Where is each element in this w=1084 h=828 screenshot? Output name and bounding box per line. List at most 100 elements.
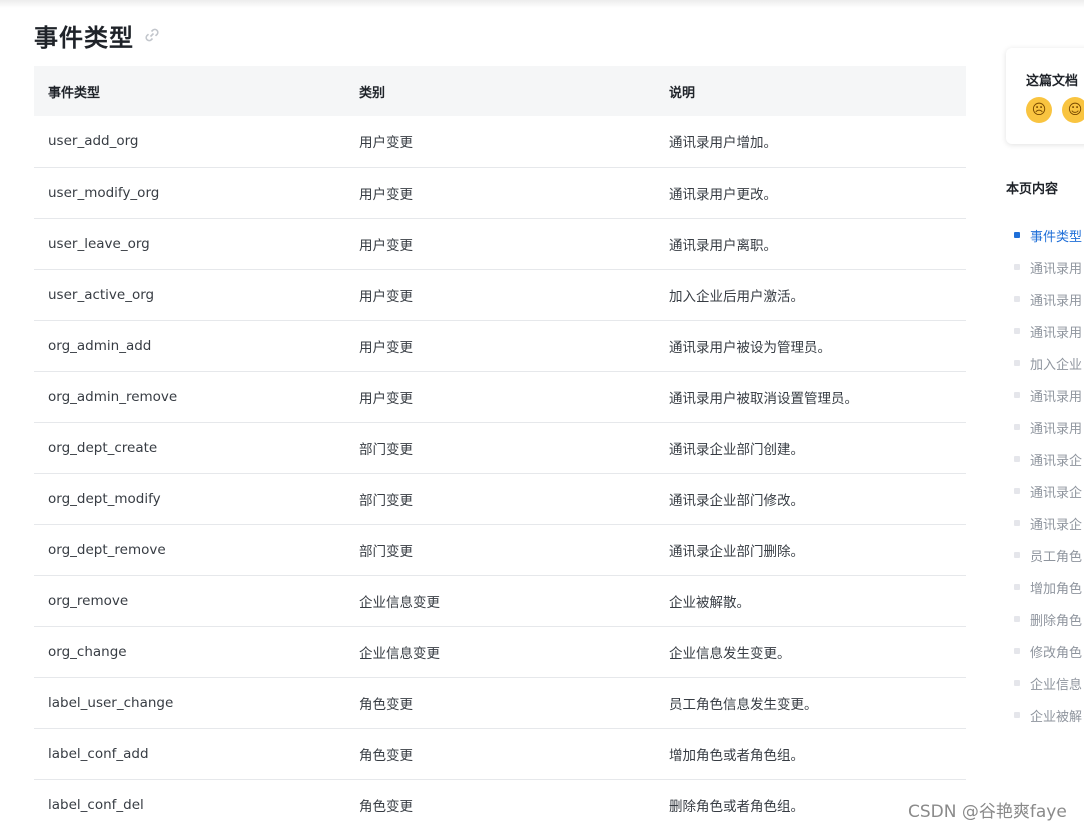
cell-category: 角色变更 bbox=[345, 779, 655, 828]
smiling-face-icon[interactable]: ☺ bbox=[1062, 97, 1084, 123]
table-row: org_admin_remove 用户变更 通讯录用户被取消设置管理员。 bbox=[34, 371, 966, 423]
page-title: 事件类型 bbox=[34, 23, 134, 52]
toc-item[interactable]: 增加角色 bbox=[1006, 571, 1084, 603]
cell-event-type: org_remove bbox=[34, 575, 345, 627]
toc-bullet-icon bbox=[1014, 360, 1020, 366]
feedback-title: 这篇文档 bbox=[1026, 74, 1079, 89]
table-row: org_admin_add 用户变更 通讯录用户被设为管理员。 bbox=[34, 320, 966, 372]
toc-item-label: 通讯录企 bbox=[1030, 485, 1083, 501]
table-row: label_conf_add 角色变更 增加角色或者角色组。 bbox=[34, 728, 966, 780]
cell-event-type: user_active_org bbox=[34, 269, 345, 321]
toc-bullet-icon bbox=[1014, 264, 1020, 270]
cell-category: 企业信息变更 bbox=[345, 575, 655, 627]
toc-item-label: 增加角色 bbox=[1030, 581, 1083, 597]
cell-category: 用户变更 bbox=[345, 320, 655, 372]
title-row: 事件类型 bbox=[34, 18, 162, 52]
cell-category: 部门变更 bbox=[345, 473, 655, 525]
cell-event-type: user_leave_org bbox=[34, 218, 345, 270]
toc-bullet-icon bbox=[1014, 520, 1020, 526]
toc-bullet-icon bbox=[1014, 296, 1020, 302]
cell-description: 通讯录用户增加。 bbox=[655, 116, 966, 168]
toc-bullet-icon bbox=[1014, 648, 1020, 654]
cell-description: 企业被解散。 bbox=[655, 575, 966, 627]
cell-category: 用户变更 bbox=[345, 371, 655, 423]
cell-description: 企业信息发生变更。 bbox=[655, 626, 966, 678]
cell-event-type: user_add_org bbox=[34, 116, 345, 168]
link-icon[interactable] bbox=[142, 25, 162, 45]
toc-item[interactable]: 通讯录企 bbox=[1006, 507, 1084, 539]
toc-bullet-icon bbox=[1014, 552, 1020, 558]
toc-item-label: 通讯录企 bbox=[1030, 517, 1083, 533]
toc-bullet-icon bbox=[1014, 328, 1020, 334]
toc-item[interactable]: 通讯录企 bbox=[1006, 475, 1084, 507]
toc-list: 事件类型 通讯录用 通讯录用 通讯录用 加入企业 通讯录用 通讯录用 通讯录企 通讯录企 通讯录企… bbox=[1006, 219, 1084, 731]
toc-item-label: 通讯录企 bbox=[1030, 453, 1083, 469]
feedback-emoji-row: ☹ ☺ bbox=[1026, 97, 1084, 123]
table-row: org_change 企业信息变更 企业信息发生变更。 bbox=[34, 626, 966, 678]
cell-category: 角色变更 bbox=[345, 677, 655, 729]
cell-event-type: label_conf_del bbox=[34, 779, 345, 828]
table-row: label_user_change 角色变更 员工角色信息发生变更。 bbox=[34, 677, 966, 729]
toc-item[interactable]: 事件类型 bbox=[1006, 219, 1084, 251]
toc-bullet-icon bbox=[1014, 392, 1020, 398]
toc-item[interactable]: 通讯录用 bbox=[1006, 283, 1084, 315]
cell-event-type: org_change bbox=[34, 626, 345, 678]
top-bar-shadow bbox=[0, 0, 1084, 8]
toc-item[interactable]: 员工角色 bbox=[1006, 539, 1084, 571]
toc-item[interactable]: 通讯录用 bbox=[1006, 251, 1084, 283]
toc-bullet-icon bbox=[1014, 584, 1020, 590]
cell-event-type: org_dept_remove bbox=[34, 524, 345, 576]
toc-item[interactable]: 修改角色 bbox=[1006, 635, 1084, 667]
feedback-card: 这篇文档 ☹ ☺ bbox=[1006, 48, 1084, 144]
cell-category: 部门变更 bbox=[345, 422, 655, 474]
cell-description: 加入企业后用户激活。 bbox=[655, 269, 966, 321]
table-row: user_modify_org 用户变更 通讯录用户更改。 bbox=[34, 167, 966, 219]
toc-bullet-icon bbox=[1014, 456, 1020, 462]
cell-category: 部门变更 bbox=[345, 524, 655, 576]
table-of-contents: 本页内容 事件类型 通讯录用 通讯录用 通讯录用 加入企业 通讯录用 通讯录用 通讯录企 通讯录… bbox=[1006, 178, 1084, 731]
toc-item[interactable]: 通讯录用 bbox=[1006, 379, 1084, 411]
table-header-row: 事件类型 类别 说明 bbox=[34, 66, 966, 116]
toc-item-label: 删除角色 bbox=[1030, 613, 1083, 629]
toc-item-label: 企业信息 bbox=[1030, 677, 1083, 693]
toc-item-label: 通讯录用 bbox=[1030, 293, 1083, 309]
toc-item[interactable]: 通讯录用 bbox=[1006, 411, 1084, 443]
column-header-description: 说明 bbox=[655, 66, 966, 116]
toc-item[interactable]: 通讯录企 bbox=[1006, 443, 1084, 475]
toc-item-label: 加入企业 bbox=[1030, 357, 1083, 373]
cell-category: 用户变更 bbox=[345, 116, 655, 168]
cell-category: 用户变更 bbox=[345, 218, 655, 270]
toc-item-label: 通讯录用 bbox=[1030, 325, 1083, 341]
toc-item-label: 员工角色 bbox=[1030, 549, 1083, 565]
cell-event-type: org_admin_remove bbox=[34, 371, 345, 423]
crying-face-icon[interactable]: ☹ bbox=[1026, 97, 1052, 123]
toc-bullet-icon bbox=[1014, 616, 1020, 622]
column-header-category: 类别 bbox=[345, 66, 655, 116]
toc-item-label: 事件类型 bbox=[1030, 229, 1083, 245]
cell-event-type: org_dept_create bbox=[34, 422, 345, 474]
toc-item[interactable]: 企业信息 bbox=[1006, 667, 1084, 699]
toc-title: 本页内容 bbox=[1006, 182, 1059, 197]
cell-event-type: org_dept_modify bbox=[34, 473, 345, 525]
table-row: org_dept_modify 部门变更 通讯录企业部门修改。 bbox=[34, 473, 966, 525]
cell-description: 通讯录用户被设为管理员。 bbox=[655, 320, 966, 372]
toc-item-label: 通讯录用 bbox=[1030, 389, 1083, 405]
toc-bullet-icon bbox=[1014, 488, 1020, 494]
toc-item[interactable]: 加入企业 bbox=[1006, 347, 1084, 379]
toc-item[interactable]: 通讯录用 bbox=[1006, 315, 1084, 347]
toc-item[interactable]: 企业被解 bbox=[1006, 699, 1084, 731]
cell-category: 企业信息变更 bbox=[345, 626, 655, 678]
toc-item[interactable]: 删除角色 bbox=[1006, 603, 1084, 635]
table-row: org_dept_remove 部门变更 通讯录企业部门删除。 bbox=[34, 524, 966, 576]
cell-description: 通讯录企业部门修改。 bbox=[655, 473, 966, 525]
column-header-event-type: 事件类型 bbox=[34, 66, 345, 116]
cell-event-type: label_user_change bbox=[34, 677, 345, 729]
table-row: label_conf_del 角色变更 删除角色或者角色组。 bbox=[34, 779, 966, 828]
cell-description: 通讯录企业部门删除。 bbox=[655, 524, 966, 576]
cell-event-type: label_conf_add bbox=[34, 728, 345, 780]
cell-event-type: org_admin_add bbox=[34, 320, 345, 372]
table-row: org_dept_create 部门变更 通讯录企业部门创建。 bbox=[34, 422, 966, 474]
watermark: CSDN @谷艳爽faye bbox=[908, 802, 1067, 822]
table-row: user_active_org 用户变更 加入企业后用户激活。 bbox=[34, 269, 966, 321]
toc-item-label: 通讯录用 bbox=[1030, 421, 1083, 437]
